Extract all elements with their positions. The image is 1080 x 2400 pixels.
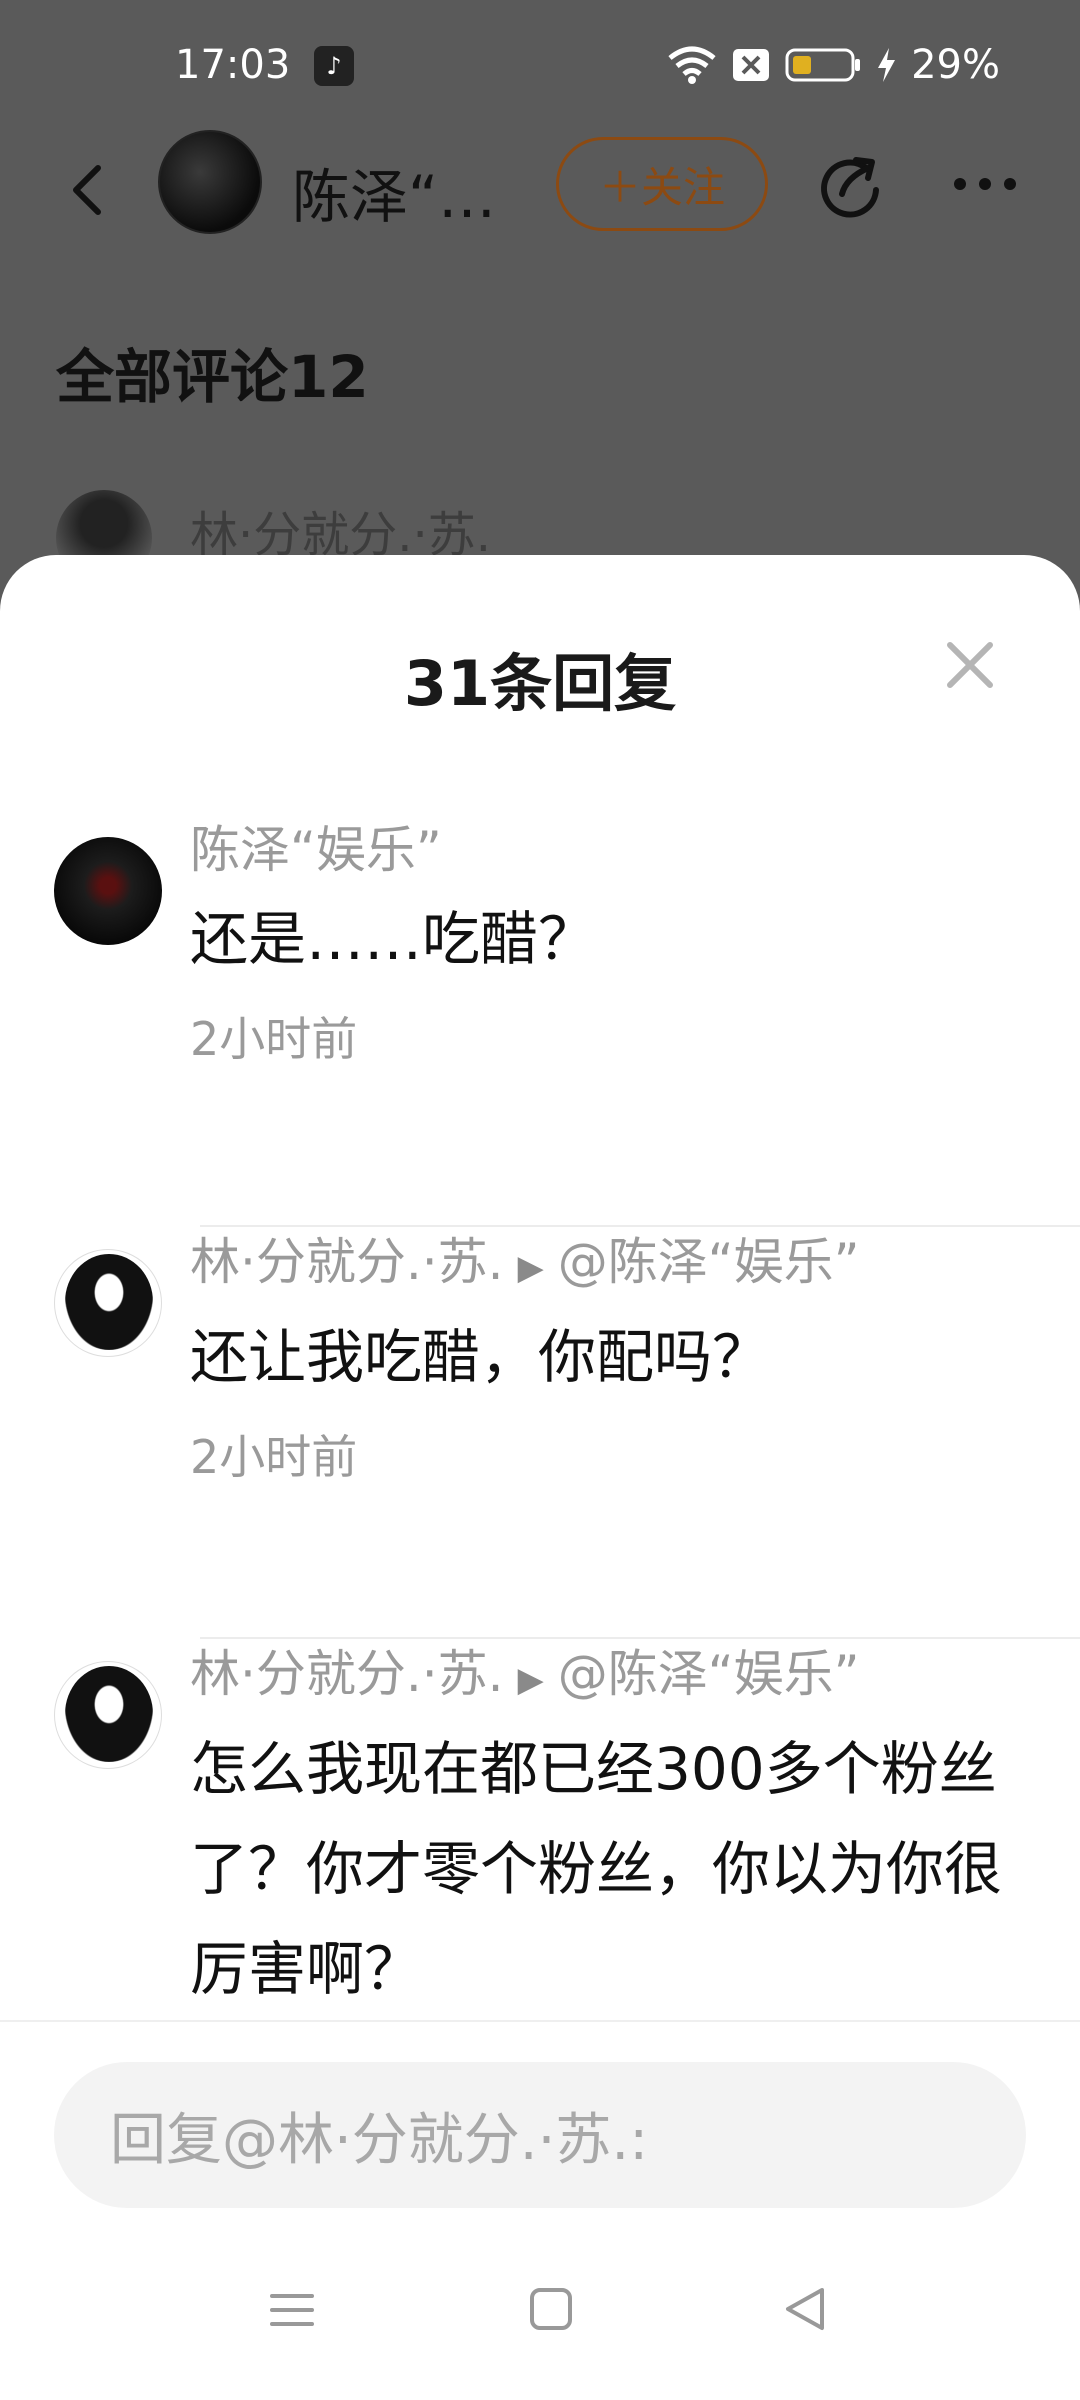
reply-input[interactable]: 回复@林·分就分.·苏.: [54,2062,1026,2208]
reply-author[interactable]: 陈泽“娱乐” [190,815,1040,885]
tiktok-icon: ♪ [314,46,354,86]
home-icon[interactable] [528,2286,574,2332]
reply-author-name[interactable]: 林·分就分.·苏. [190,1233,504,1291]
list-item: 陈泽“娱乐” 还是……吃醋？ 2小时前 [0,815,1080,1227]
status-icons: 29% [667,42,1000,88]
author-avatar[interactable] [158,130,262,234]
reply-arrow-icon: ▶ [517,1660,544,1700]
background-page: 17:03 ♪ 29% 陈泽“… ＋关注 全部评论12 林·分就分.·苏. [0,0,1080,600]
close-icon[interactable] [942,637,998,693]
replies-sheet: 31条回复 陈泽“娱乐” 还是……吃醋？ 2小时前 林·分就分.·苏.▶@陈 [0,555,1080,2400]
reply-time: 2小时前 [190,1012,358,1066]
menu-icon[interactable] [270,2288,314,2332]
reply-text[interactable]: 还是……吃醋？ [190,889,1040,989]
status-time: 17:03 [175,42,291,88]
reply-input-area: 回复@林·分就分.·苏.: [0,2020,1080,2220]
avatar[interactable] [54,1661,162,1769]
wifi-icon [667,46,717,84]
reply-time: 2小时前 [190,1430,358,1484]
reply-body: 陈泽“娱乐” 还是……吃醋？ 2小时前 [190,815,1040,1069]
system-nav-bar [0,2220,1080,2400]
reply-author[interactable]: 林·分就分.·苏. ▶ @陈泽“娱乐” [190,1639,1040,1715]
share-icon[interactable] [816,150,886,220]
sheet-title: 31条回复 [403,647,677,720]
status-bar: 17:03 ♪ 29% [0,0,1080,130]
more-icon[interactable] [950,172,1020,196]
reply-to[interactable]: @陈泽“娱乐” [558,1233,860,1291]
reply-to[interactable]: @陈泽“娱乐” [558,1645,860,1703]
reply-text[interactable]: 还让我吃醋，你配吗？ [190,1307,1040,1407]
reply-text[interactable]: 怎么我现在都已经300多个粉丝了？你才零个粉丝，你以为你很厉害啊？ [190,1719,1040,2019]
reply-list[interactable]: 陈泽“娱乐” 还是……吃醋？ 2小时前 林·分就分.·苏. ▶ @陈泽“娱乐” 还让… [0,815,1080,2075]
author-name[interactable]: 陈泽“… [292,150,496,234]
reply-author[interactable]: 林·分就分.·苏. ▶ @陈泽“娱乐” [190,1227,1040,1303]
reply-author-name[interactable]: 林·分就分.·苏. [190,1645,504,1703]
battery-percent: 29% [911,42,1000,88]
charging-icon [875,46,897,84]
comments-title: 全部评论12 [56,343,369,411]
back-triangle-icon[interactable] [782,2286,828,2332]
battery-icon [785,47,861,83]
list-item: 林·分就分.·苏. ▶ @陈泽“娱乐” 怎么我现在都已经300多个粉丝了？你才零个粉… [0,1639,1080,2075]
avatar[interactable] [54,1249,162,1357]
reply-author-name[interactable]: 陈泽“娱乐” [190,821,442,879]
avatar[interactable] [54,837,162,945]
no-sim-icon [731,47,771,83]
follow-button[interactable]: ＋关注 [556,137,768,231]
chevron-left-icon[interactable] [58,160,118,220]
reply-arrow-icon: ▶ [517,1248,544,1288]
reply-body: 林·分就分.·苏. ▶ @陈泽“娱乐” 怎么我现在都已经300多个粉丝了？你才零个粉… [190,1639,1040,2019]
reply-body: 林·分就分.·苏. ▶ @陈泽“娱乐” 还让我吃醋，你配吗？ 2小时前 [190,1227,1040,1487]
list-item: 林·分就分.·苏. ▶ @陈泽“娱乐” 还让我吃醋，你配吗？ 2小时前 [0,1227,1080,1639]
